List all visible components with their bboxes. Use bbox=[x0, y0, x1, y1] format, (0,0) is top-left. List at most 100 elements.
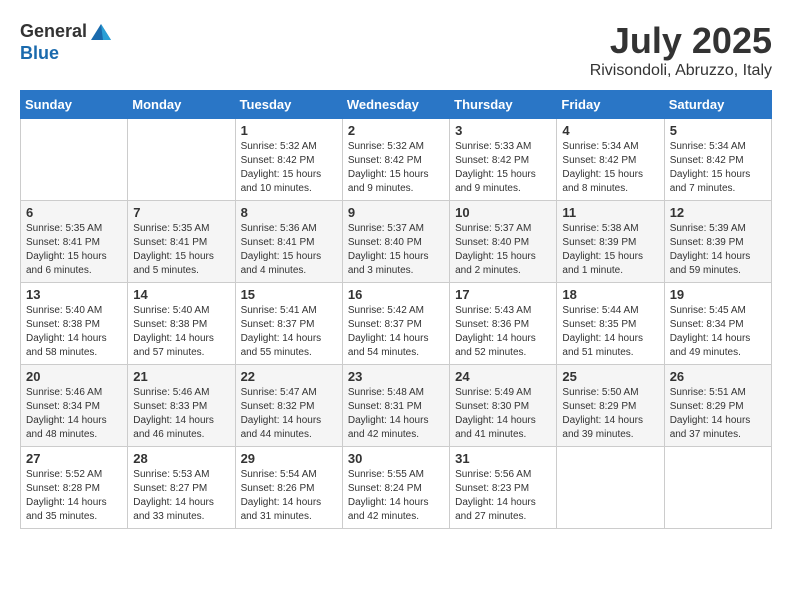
day-number: 18 bbox=[562, 287, 658, 302]
day-number: 16 bbox=[348, 287, 444, 302]
logo: General Blue bbox=[20, 20, 113, 64]
day-number: 22 bbox=[241, 369, 337, 384]
day-number: 20 bbox=[26, 369, 122, 384]
calendar-cell: 20 Sunrise: 5:46 AM Sunset: 8:34 PM Dayli… bbox=[21, 365, 128, 447]
day-info: Sunrise: 5:43 AM Sunset: 8:36 PM Dayligh… bbox=[455, 304, 551, 360]
day-number: 28 bbox=[133, 451, 229, 466]
day-info: Sunrise: 5:55 AM Sunset: 8:24 PM Dayligh… bbox=[348, 468, 444, 524]
day-info: Sunrise: 5:34 AM Sunset: 8:42 PM Dayligh… bbox=[562, 140, 658, 196]
calendar-cell: 19 Sunrise: 5:45 AM Sunset: 8:34 PM Dayli… bbox=[664, 283, 771, 365]
calendar-cell: 6 Sunrise: 5:35 AM Sunset: 8:41 PM Daylig… bbox=[21, 201, 128, 283]
day-info: Sunrise: 5:36 AM Sunset: 8:41 PM Dayligh… bbox=[241, 222, 337, 278]
calendar-cell: 8 Sunrise: 5:36 AM Sunset: 8:41 PM Daylig… bbox=[235, 201, 342, 283]
day-info: Sunrise: 5:41 AM Sunset: 8:37 PM Dayligh… bbox=[241, 304, 337, 360]
day-header-wednesday: Wednesday bbox=[342, 91, 449, 119]
day-info: Sunrise: 5:33 AM Sunset: 8:42 PM Dayligh… bbox=[455, 140, 551, 196]
day-number: 31 bbox=[455, 451, 551, 466]
calendar-cell: 16Sunrise: 5:42 AM Sunset: 8:37 PM Dayli… bbox=[342, 283, 449, 365]
day-info: Sunrise: 5:38 AM Sunset: 8:39 PM Dayligh… bbox=[562, 222, 658, 278]
day-info: Sunrise: 5:46 AM Sunset: 8:33 PM Dayligh… bbox=[133, 386, 229, 442]
day-number: 4 bbox=[562, 123, 658, 138]
logo-blue: Blue bbox=[20, 44, 113, 64]
day-info: Sunrise: 5:40 AM Sunset: 8:38 PM Dayligh… bbox=[26, 304, 122, 360]
day-number: 2 bbox=[348, 123, 444, 138]
calendar-cell: 15Sunrise: 5:41 AM Sunset: 8:37 PM Dayli… bbox=[235, 283, 342, 365]
day-number: 27 bbox=[26, 451, 122, 466]
day-info: Sunrise: 5:53 AM Sunset: 8:27 PM Dayligh… bbox=[133, 468, 229, 524]
day-number: 8 bbox=[241, 205, 337, 220]
calendar-cell bbox=[128, 119, 235, 201]
calendar-cell: 5Sunrise: 5:34 AM Sunset: 8:42 PM Daylig… bbox=[664, 119, 771, 201]
day-info: Sunrise: 5:35 AM Sunset: 8:41 PM Dayligh… bbox=[26, 222, 122, 278]
calendar-cell bbox=[557, 447, 664, 529]
calendar-cell: 25 Sunrise: 5:50 AM Sunset: 8:29 PM Dayli… bbox=[557, 365, 664, 447]
day-number: 29 bbox=[241, 451, 337, 466]
day-number: 25 bbox=[562, 369, 658, 384]
day-number: 12 bbox=[670, 205, 766, 220]
calendar-cell: 23Sunrise: 5:48 AM Sunset: 8:31 PM Dayli… bbox=[342, 365, 449, 447]
calendar-week-row: 27 Sunrise: 5:52 AM Sunset: 8:28 PM Dayli… bbox=[21, 447, 772, 529]
day-info: Sunrise: 5:49 AM Sunset: 8:30 PM Dayligh… bbox=[455, 386, 551, 442]
calendar-week-row: 20 Sunrise: 5:46 AM Sunset: 8:34 PM Dayli… bbox=[21, 365, 772, 447]
day-number: 7 bbox=[133, 205, 229, 220]
logo-general: General bbox=[20, 22, 87, 42]
calendar-cell: 18 Sunrise: 5:44 AM Sunset: 8:35 PM Dayli… bbox=[557, 283, 664, 365]
day-number: 9 bbox=[348, 205, 444, 220]
day-number: 24 bbox=[455, 369, 551, 384]
day-number: 21 bbox=[133, 369, 229, 384]
day-info: Sunrise: 5:32 AM Sunset: 8:42 PM Dayligh… bbox=[241, 140, 337, 196]
calendar-cell: 9Sunrise: 5:37 AM Sunset: 8:40 PM Daylig… bbox=[342, 201, 449, 283]
calendar-cell: 4 Sunrise: 5:34 AM Sunset: 8:42 PM Daylig… bbox=[557, 119, 664, 201]
day-number: 5 bbox=[670, 123, 766, 138]
calendar-cell: 30 Sunrise: 5:55 AM Sunset: 8:24 PM Dayli… bbox=[342, 447, 449, 529]
calendar-header-row: SundayMondayTuesdayWednesdayThursdayFrid… bbox=[21, 91, 772, 119]
day-info: Sunrise: 5:51 AM Sunset: 8:29 PM Dayligh… bbox=[670, 386, 766, 442]
day-header-saturday: Saturday bbox=[664, 91, 771, 119]
calendar-cell: 21 Sunrise: 5:46 AM Sunset: 8:33 PM Dayli… bbox=[128, 365, 235, 447]
calendar-week-row: 13 Sunrise: 5:40 AM Sunset: 8:38 PM Dayli… bbox=[21, 283, 772, 365]
day-info: Sunrise: 5:56 AM Sunset: 8:23 PM Dayligh… bbox=[455, 468, 551, 524]
day-info: Sunrise: 5:44 AM Sunset: 8:35 PM Dayligh… bbox=[562, 304, 658, 360]
calendar-table: SundayMondayTuesdayWednesdayThursdayFrid… bbox=[20, 90, 772, 529]
calendar-cell: 24 Sunrise: 5:49 AM Sunset: 8:30 PM Dayli… bbox=[450, 365, 557, 447]
day-info: Sunrise: 5:52 AM Sunset: 8:28 PM Dayligh… bbox=[26, 468, 122, 524]
calendar-cell: 17Sunrise: 5:43 AM Sunset: 8:36 PM Dayli… bbox=[450, 283, 557, 365]
calendar-cell: 10Sunrise: 5:37 AM Sunset: 8:40 PM Dayli… bbox=[450, 201, 557, 283]
location-subtitle: Rivisondoli, Abruzzo, Italy bbox=[590, 62, 772, 80]
day-number: 3 bbox=[455, 123, 551, 138]
day-header-friday: Friday bbox=[557, 91, 664, 119]
calendar-cell: 22 Sunrise: 5:47 AM Sunset: 8:32 PM Dayli… bbox=[235, 365, 342, 447]
day-info: Sunrise: 5:45 AM Sunset: 8:34 PM Dayligh… bbox=[670, 304, 766, 360]
calendar-cell: 2 Sunrise: 5:32 AM Sunset: 8:42 PM Daylig… bbox=[342, 119, 449, 201]
page-header: General Blue July 2025 Rivisondoli, Abru… bbox=[20, 20, 772, 80]
month-year-title: July 2025 bbox=[590, 20, 772, 62]
calendar-cell: 28 Sunrise: 5:53 AM Sunset: 8:27 PM Dayli… bbox=[128, 447, 235, 529]
day-info: Sunrise: 5:39 AM Sunset: 8:39 PM Dayligh… bbox=[670, 222, 766, 278]
calendar-cell: 29 Sunrise: 5:54 AM Sunset: 8:26 PM Dayli… bbox=[235, 447, 342, 529]
day-info: Sunrise: 5:54 AM Sunset: 8:26 PM Dayligh… bbox=[241, 468, 337, 524]
day-number: 23 bbox=[348, 369, 444, 384]
logo-icon bbox=[89, 20, 113, 44]
day-number: 6 bbox=[26, 205, 122, 220]
calendar-cell bbox=[664, 447, 771, 529]
title-section: July 2025 Rivisondoli, Abruzzo, Italy bbox=[590, 20, 772, 80]
day-number: 30 bbox=[348, 451, 444, 466]
day-number: 26 bbox=[670, 369, 766, 384]
calendar-cell: 1 Sunrise: 5:32 AM Sunset: 8:42 PM Daylig… bbox=[235, 119, 342, 201]
day-info: Sunrise: 5:37 AM Sunset: 8:40 PM Dayligh… bbox=[455, 222, 551, 278]
calendar-week-row: 1 Sunrise: 5:32 AM Sunset: 8:42 PM Daylig… bbox=[21, 119, 772, 201]
day-header-tuesday: Tuesday bbox=[235, 91, 342, 119]
day-number: 13 bbox=[26, 287, 122, 302]
calendar-cell: 12 Sunrise: 5:39 AM Sunset: 8:39 PM Dayli… bbox=[664, 201, 771, 283]
day-info: Sunrise: 5:50 AM Sunset: 8:29 PM Dayligh… bbox=[562, 386, 658, 442]
day-info: Sunrise: 5:46 AM Sunset: 8:34 PM Dayligh… bbox=[26, 386, 122, 442]
day-info: Sunrise: 5:40 AM Sunset: 8:38 PM Dayligh… bbox=[133, 304, 229, 360]
calendar-cell: 14Sunrise: 5:40 AM Sunset: 8:38 PM Dayli… bbox=[128, 283, 235, 365]
day-info: Sunrise: 5:32 AM Sunset: 8:42 PM Dayligh… bbox=[348, 140, 444, 196]
calendar-cell: 31 Sunrise: 5:56 AM Sunset: 8:23 PM Dayli… bbox=[450, 447, 557, 529]
calendar-cell: 13 Sunrise: 5:40 AM Sunset: 8:38 PM Dayli… bbox=[21, 283, 128, 365]
calendar-cell: 7Sunrise: 5:35 AM Sunset: 8:41 PM Daylig… bbox=[128, 201, 235, 283]
day-info: Sunrise: 5:47 AM Sunset: 8:32 PM Dayligh… bbox=[241, 386, 337, 442]
day-number: 19 bbox=[670, 287, 766, 302]
day-number: 1 bbox=[241, 123, 337, 138]
